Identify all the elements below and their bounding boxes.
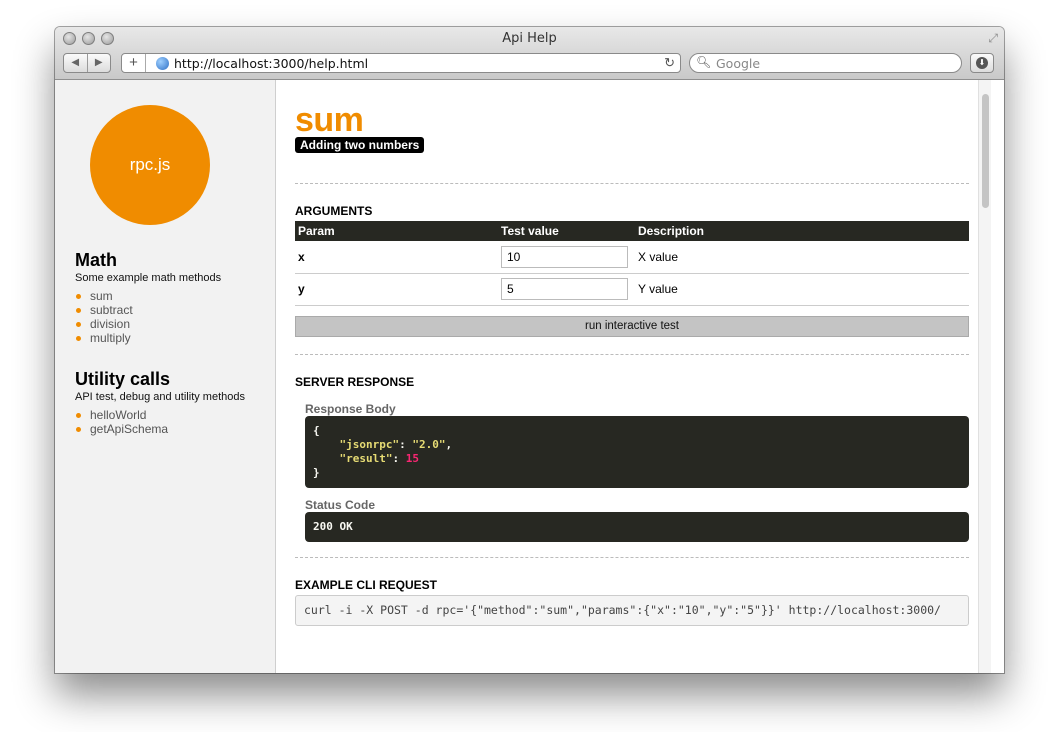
sidebar-item-getapischema[interactable]: getApiSchema xyxy=(75,422,245,436)
status-code-value: 200 OK xyxy=(305,512,969,542)
column-header: Param xyxy=(295,221,498,241)
status-code-label: Status Code xyxy=(305,498,376,512)
add-bookmark-button[interactable]: + xyxy=(122,54,146,72)
column-header: Description xyxy=(635,221,969,241)
method-description: Adding two numbers xyxy=(295,137,425,153)
search-field[interactable]: 🔍︎ Google xyxy=(689,53,962,73)
search-icon[interactable]: 🔍︎ xyxy=(696,55,711,69)
window-title: Api Help xyxy=(502,31,557,46)
fullscreen-icon[interactable]: ⤢ xyxy=(988,31,998,46)
param-description: Y value xyxy=(635,273,969,306)
back-button[interactable]: ◀ xyxy=(64,54,88,72)
sidebar: rpc.js Math Some example math methods su… xyxy=(55,80,276,673)
sidebar-group-utility: Utility calls API test, debug and utilit… xyxy=(75,369,245,436)
title-bar: Api Help ⤢ ◀ ▶ + http://localhost:3000/h… xyxy=(55,27,1004,80)
arguments-table: Param Test value Description x X value y xyxy=(295,221,969,306)
group-title: Utility calls xyxy=(75,369,171,389)
sidebar-item-helloworld[interactable]: helloWorld xyxy=(75,408,245,422)
group-description: API test, debug and utility methods xyxy=(75,391,245,403)
server-response-heading: SERVER RESPONSE xyxy=(295,375,415,389)
test-value-input-y[interactable] xyxy=(501,278,628,300)
main-panel: sum Adding two numbers ARGUMENTS Param T… xyxy=(277,80,991,673)
response-body-code: { "jsonrpc": "2.0", "result": 15 } xyxy=(305,416,969,488)
json-value: "2.0" xyxy=(412,438,446,451)
download-icon: ⬇ xyxy=(976,57,988,69)
search-placeholder: Google xyxy=(716,56,761,71)
sidebar-item-sum[interactable]: sum xyxy=(75,289,221,303)
param-name: y xyxy=(295,273,498,306)
brace-close: } xyxy=(313,466,320,479)
downloads-button[interactable]: ⬇ xyxy=(970,53,994,73)
scrollbar-thumb[interactable] xyxy=(982,94,989,208)
json-key: "result" xyxy=(339,452,393,465)
sidebar-item-division[interactable]: division xyxy=(75,317,221,331)
cli-command[interactable]: curl -i -X POST -d rpc='{"method":"sum",… xyxy=(295,595,969,626)
sidebar-group-math: Math Some example math methods sum subtr… xyxy=(75,250,221,345)
json-value: 15 xyxy=(405,452,419,465)
forward-button[interactable]: ▶ xyxy=(88,54,111,72)
column-header: Test value xyxy=(498,221,635,241)
test-value-input-x[interactable] xyxy=(501,245,628,268)
group-description: Some example math methods xyxy=(75,272,222,284)
group-title: Math xyxy=(75,250,117,270)
table-row: x X value xyxy=(295,241,969,274)
logo: rpc.js xyxy=(90,105,210,225)
run-test-button[interactable]: run interactive test xyxy=(295,316,969,337)
response-body-label: Response Body xyxy=(305,402,396,416)
divider xyxy=(295,557,969,558)
address-bar[interactable]: + http://localhost:3000/help.html ↻ xyxy=(121,53,681,73)
method-title: sum xyxy=(295,101,364,139)
globe-icon xyxy=(156,57,169,70)
arguments-heading: ARGUMENTS xyxy=(295,204,373,218)
param-name: x xyxy=(295,241,498,274)
url-text[interactable]: http://localhost:3000/help.html xyxy=(174,56,368,71)
nav-buttons: ◀ ▶ xyxy=(63,53,111,73)
sidebar-item-subtract[interactable]: subtract xyxy=(75,303,221,317)
browser-window: Api Help ⤢ ◀ ▶ + http://localhost:3000/h… xyxy=(55,27,1004,673)
sidebar-item-multiply[interactable]: multiply xyxy=(75,331,221,345)
page-content: rpc.js Math Some example math methods su… xyxy=(55,80,1004,673)
table-row: y Y value xyxy=(295,273,969,306)
divider xyxy=(295,354,969,355)
cli-request-heading: EXAMPLE CLI REQUEST xyxy=(295,578,438,592)
divider xyxy=(295,183,969,184)
brace-open: { xyxy=(313,424,320,437)
reload-icon[interactable]: ↻ xyxy=(664,55,675,71)
json-key: "jsonrpc" xyxy=(339,438,400,451)
param-description: X value xyxy=(635,241,969,274)
scrollbar[interactable] xyxy=(978,80,991,673)
